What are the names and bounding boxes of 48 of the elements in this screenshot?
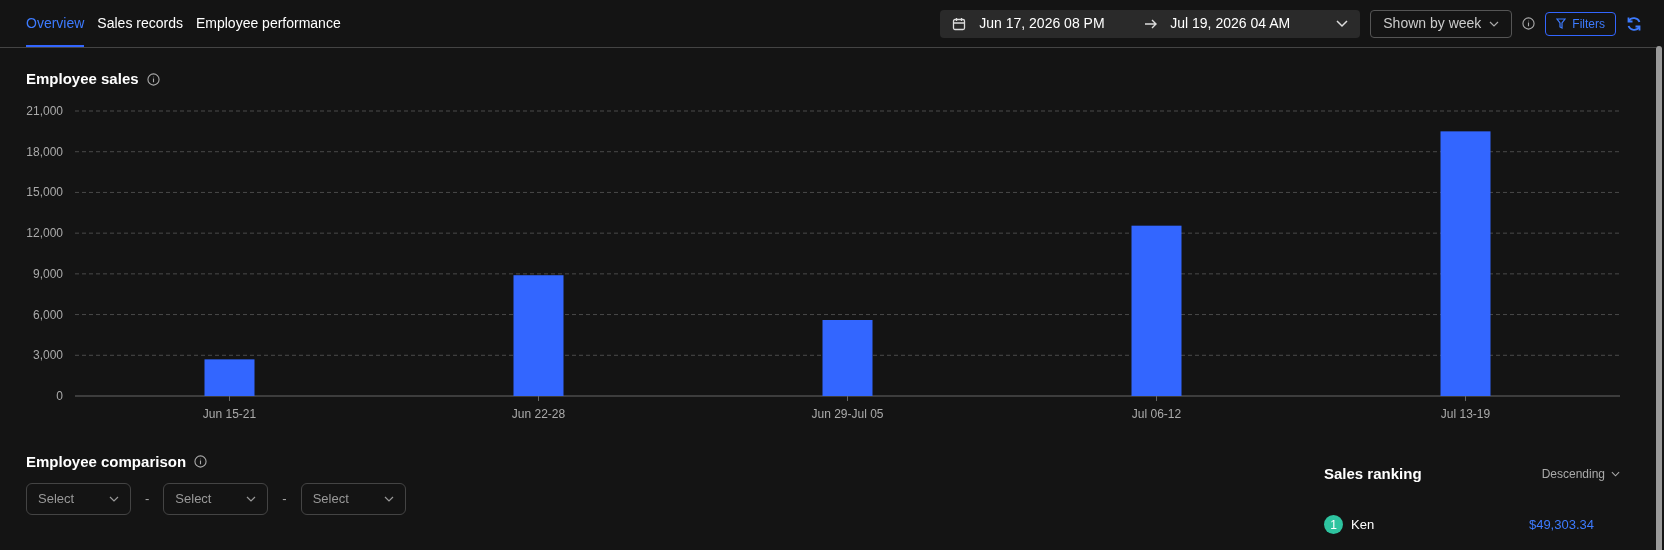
axis-label: 3,000: [32, 347, 63, 362]
section-title: Employee sales: [26, 69, 139, 89]
axis-label: 6,000: [32, 307, 63, 322]
axis-label: Jun 22-28: [511, 406, 566, 421]
axis-label: Jul 13-19: [1440, 406, 1491, 421]
filters-button[interactable]: Filters: [1545, 11, 1616, 36]
scrollbar-thumb[interactable]: [1656, 46, 1662, 550]
axis-label: 15,000: [26, 184, 63, 199]
chevron-down-icon: [383, 496, 394, 502]
chevron-down-icon: [109, 496, 119, 502]
end-date: Jul 19, 2026 04 AM: [1170, 14, 1292, 33]
info-icon[interactable]: [194, 455, 208, 469]
chevron-down-icon: [246, 496, 257, 502]
funnel-icon: [1556, 18, 1567, 29]
section-title: Sales ranking: [1324, 463, 1422, 484]
rank-badge: 1: [1324, 515, 1343, 535]
calendar-icon: [952, 16, 967, 31]
info-icon[interactable]: [146, 72, 160, 86]
section-title: Employee comparison: [26, 451, 187, 472]
start-date: Jun 17, 2026 08 PM: [979, 14, 1106, 33]
axis-label: Jun 15-21: [202, 406, 257, 421]
info-icon[interactable]: [1522, 17, 1536, 30]
grouping-dropdown[interactable]: Shown by week: [1370, 9, 1513, 38]
axis-label: 18,000: [26, 144, 63, 159]
axis-label: 9,000: [32, 266, 63, 281]
tab[interactable]: Employee performance: [195, 0, 341, 47]
refresh-icon[interactable]: [1626, 15, 1642, 32]
select-dropdown[interactable]: Select: [300, 483, 406, 515]
select-dropdown[interactable]: Select: [163, 483, 269, 515]
chevron-down-icon: [1489, 20, 1500, 27]
sales-amount: $49,303.34: [1528, 516, 1594, 534]
arrow-right-icon: [1144, 17, 1159, 30]
sort-dropdown[interactable]: Descending: [1541, 464, 1620, 483]
tab[interactable]: Sales records: [97, 0, 183, 47]
employee-name: Ken: [1351, 516, 1375, 534]
select-dropdown[interactable]: Select: [26, 483, 131, 515]
chevron-down-icon: [1336, 19, 1349, 28]
axis-label: Jun 29-Jul 05: [811, 406, 884, 421]
chevron-down-icon: [1611, 470, 1620, 477]
axis-label: 0: [56, 388, 63, 403]
separator-dash: -: [282, 490, 287, 509]
bar: [204, 358, 255, 396]
axis-label: 21,000: [26, 103, 63, 118]
axis-label: 12,000: [26, 225, 63, 240]
date-range-picker[interactable]: Jun 17, 2026 08 PM Jul 19, 2026 04 AM: [940, 9, 1361, 38]
axis-label: Jul 06-12: [1131, 406, 1182, 421]
tab[interactable]: Overview: [26, 0, 85, 47]
separator-dash: -: [145, 490, 150, 509]
